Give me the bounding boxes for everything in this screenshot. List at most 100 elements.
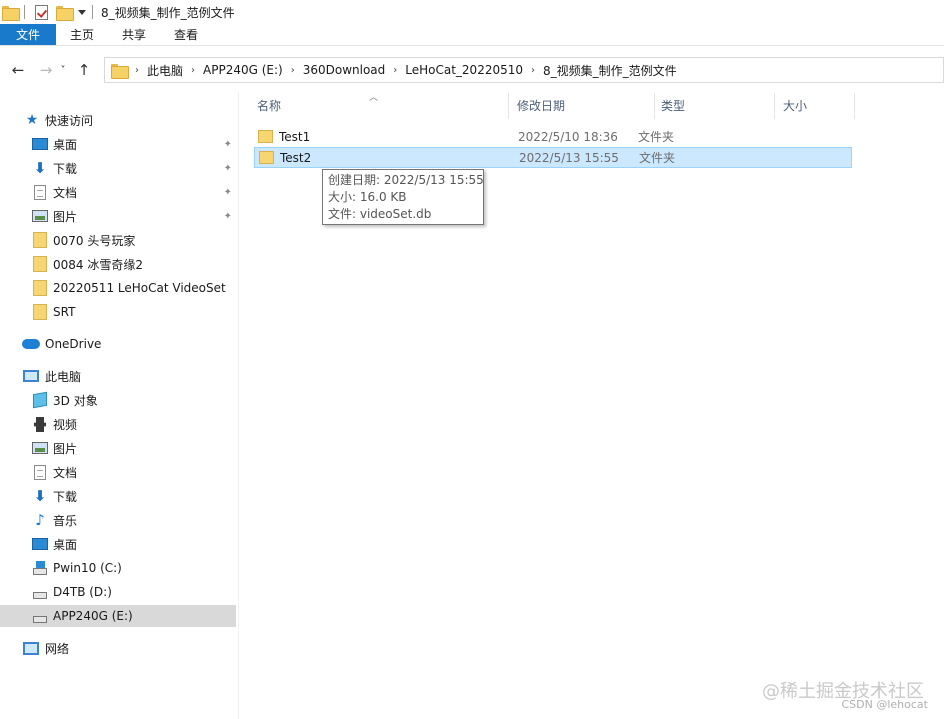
folder-icon	[32, 232, 48, 248]
watermark-csdn: CSDN @lehocat	[841, 698, 929, 711]
file-row[interactable]: Test1 2022/5/10 18:36 文件夹	[254, 126, 852, 147]
document-icon	[32, 464, 48, 480]
up-button[interactable]: ↑	[74, 57, 94, 83]
nav-label: 此电脑	[45, 369, 82, 384]
nav-item-folder-0084[interactable]: 0084 冰雪奇缘2	[32, 253, 143, 275]
breadcrumb-chevron-icon[interactable]: ›	[135, 65, 139, 76]
column-header-date[interactable]: 修改日期	[509, 93, 655, 119]
info-tooltip: 创建日期: 2022/5/13 15:55 大小: 16.0 KB 文件: vi…	[322, 169, 484, 225]
nav-label: 文档	[53, 185, 78, 200]
pane-divider[interactable]	[238, 92, 239, 719]
nav-label: 0084 冰雪奇缘2	[53, 257, 143, 272]
nav-item-drive-d[interactable]: D4TB (D:)	[32, 581, 112, 603]
column-header-size[interactable]: 大小	[775, 93, 855, 119]
nav-label: D4TB (D:)	[53, 585, 112, 599]
computer-icon	[22, 368, 40, 384]
breadcrumb-chevron-icon[interactable]: ›	[393, 65, 397, 76]
breadcrumb-this-pc[interactable]: 此电脑	[147, 62, 183, 79]
folder-icon	[258, 130, 273, 143]
navigation-pane: ★ 快速访问 桌面 ✦ ⬇ 下载 ✦ 文档 ✦ 图片 ✦ 0070 头号玩家 0…	[0, 92, 238, 719]
folder-icon	[32, 280, 48, 296]
nav-label: 图片	[53, 441, 78, 456]
breadcrumb-lehocat[interactable]: LeHoCat_20220510	[405, 63, 523, 77]
pin-icon: ✦	[223, 210, 232, 222]
file-name-cell: Test1	[254, 130, 494, 144]
nav-label: 快速访问	[45, 113, 94, 128]
nav-network[interactable]: 网络	[22, 637, 69, 659]
column-header-name[interactable]: 名称 ︿	[249, 93, 509, 119]
nav-label: Pwin10 (C:)	[53, 561, 122, 575]
tab-share[interactable]: 共享	[108, 24, 160, 45]
file-name: Test1	[279, 129, 311, 144]
nav-item-3d-objects[interactable]: 3D 对象	[32, 389, 98, 411]
column-label: 名称	[257, 99, 282, 113]
nav-item-music[interactable]: ♪ 音乐	[32, 509, 77, 531]
file-type: 文件夹	[638, 130, 675, 144]
download-icon: ⬇	[33, 487, 47, 505]
breadcrumb-chevron-icon[interactable]: ›	[191, 65, 195, 76]
breadcrumb-chevron-icon[interactable]: ›	[291, 65, 295, 76]
nav-item-desktop[interactable]: 桌面 ✦	[32, 133, 238, 155]
navigation-row: ← → ˅ ↑ › 此电脑 › APP240G (E:) › 360Downlo…	[0, 57, 944, 83]
customize-toolbar-icon[interactable]	[78, 9, 86, 15]
drive-icon	[32, 608, 48, 624]
recent-locations-button[interactable]: ˅	[56, 57, 70, 83]
desktop-icon	[32, 536, 48, 552]
nav-label: 视频	[53, 417, 78, 432]
nav-item-videos[interactable]: 视频	[32, 413, 77, 435]
title-bar: 8_视频集_制作_范例文件	[0, 0, 944, 24]
nav-label: 音乐	[53, 513, 78, 528]
new-folder-icon[interactable]	[56, 5, 74, 21]
breadcrumb-current-folder[interactable]: 8_视频集_制作_范例文件	[543, 62, 677, 79]
column-headers: 名称 ︿ 修改日期 类型 大小	[249, 93, 856, 119]
nav-item-folder-srt[interactable]: SRT	[32, 301, 75, 323]
tooltip-files: 文件: videoSet.db	[328, 207, 432, 221]
back-button[interactable]: ←	[8, 57, 28, 83]
nav-quick-access[interactable]: ★ 快速访问	[24, 109, 93, 131]
nav-label: 20220511 LeHoCat VideoSet	[53, 281, 226, 295]
forward-button[interactable]: →	[36, 57, 56, 83]
breadcrumb-360download[interactable]: 360Download	[303, 63, 386, 77]
nav-item-documents[interactable]: 文档 ✦	[32, 181, 238, 203]
nav-item-pictures[interactable]: 图片 ✦	[32, 205, 238, 227]
nav-label: 网络	[45, 641, 70, 656]
address-bar[interactable]: › 此电脑 › APP240G (E:) › 360Download › LeH…	[104, 57, 944, 83]
breadcrumb-chevron-icon[interactable]: ›	[531, 65, 535, 76]
document-icon	[32, 184, 48, 200]
3d-objects-icon	[32, 391, 48, 409]
file-row-selected[interactable]: Test2 2022/5/13 15:55 文件夹	[254, 147, 852, 168]
nav-item-drive-e[interactable]: APP240G (E:)	[0, 605, 236, 627]
window-title: 8_视频集_制作_范例文件	[101, 5, 235, 20]
nav-label: SRT	[53, 305, 76, 319]
nav-item-folder-videoset[interactable]: 20220511 LeHoCat VideoSet	[32, 277, 226, 299]
download-icon: ⬇	[33, 159, 47, 177]
breadcrumb-drive-e[interactable]: APP240G (E:)	[203, 63, 283, 77]
nav-label: OneDrive	[45, 337, 102, 351]
nav-item-pc-desktop[interactable]: 桌面	[32, 533, 77, 555]
toolbar-divider	[24, 5, 25, 19]
tab-home[interactable]: 主页	[56, 24, 108, 45]
folder-icon	[2, 5, 20, 21]
tooltip-created: 创建日期: 2022/5/13 15:55	[328, 173, 484, 187]
nav-item-folder-0070[interactable]: 0070 头号玩家	[32, 229, 135, 251]
nav-onedrive[interactable]: OneDrive	[22, 333, 101, 355]
tab-view[interactable]: 查看	[160, 24, 212, 45]
tab-file[interactable]: 文件	[0, 24, 56, 45]
nav-item-pc-documents[interactable]: 文档	[32, 461, 77, 483]
nav-item-drive-c[interactable]: Pwin10 (C:)	[32, 557, 122, 579]
nav-label: 下载	[53, 489, 78, 504]
folder-icon	[32, 304, 48, 320]
nav-label: 文档	[53, 465, 78, 480]
column-header-type[interactable]: 类型	[655, 93, 775, 119]
nav-this-pc[interactable]: 此电脑	[22, 365, 81, 387]
properties-icon[interactable]	[35, 4, 48, 20]
nav-item-pc-pictures[interactable]: 图片	[32, 437, 77, 459]
nav-item-pc-downloads[interactable]: ⬇ 下载	[32, 485, 77, 507]
drive-icon	[32, 584, 48, 600]
nav-label: 图片	[53, 209, 78, 224]
nav-label: 0070 头号玩家	[53, 233, 136, 248]
pin-icon: ✦	[223, 138, 232, 150]
nav-label: 下载	[53, 161, 78, 176]
nav-item-downloads[interactable]: ⬇ 下载 ✦	[32, 157, 238, 179]
folder-icon	[32, 256, 48, 272]
